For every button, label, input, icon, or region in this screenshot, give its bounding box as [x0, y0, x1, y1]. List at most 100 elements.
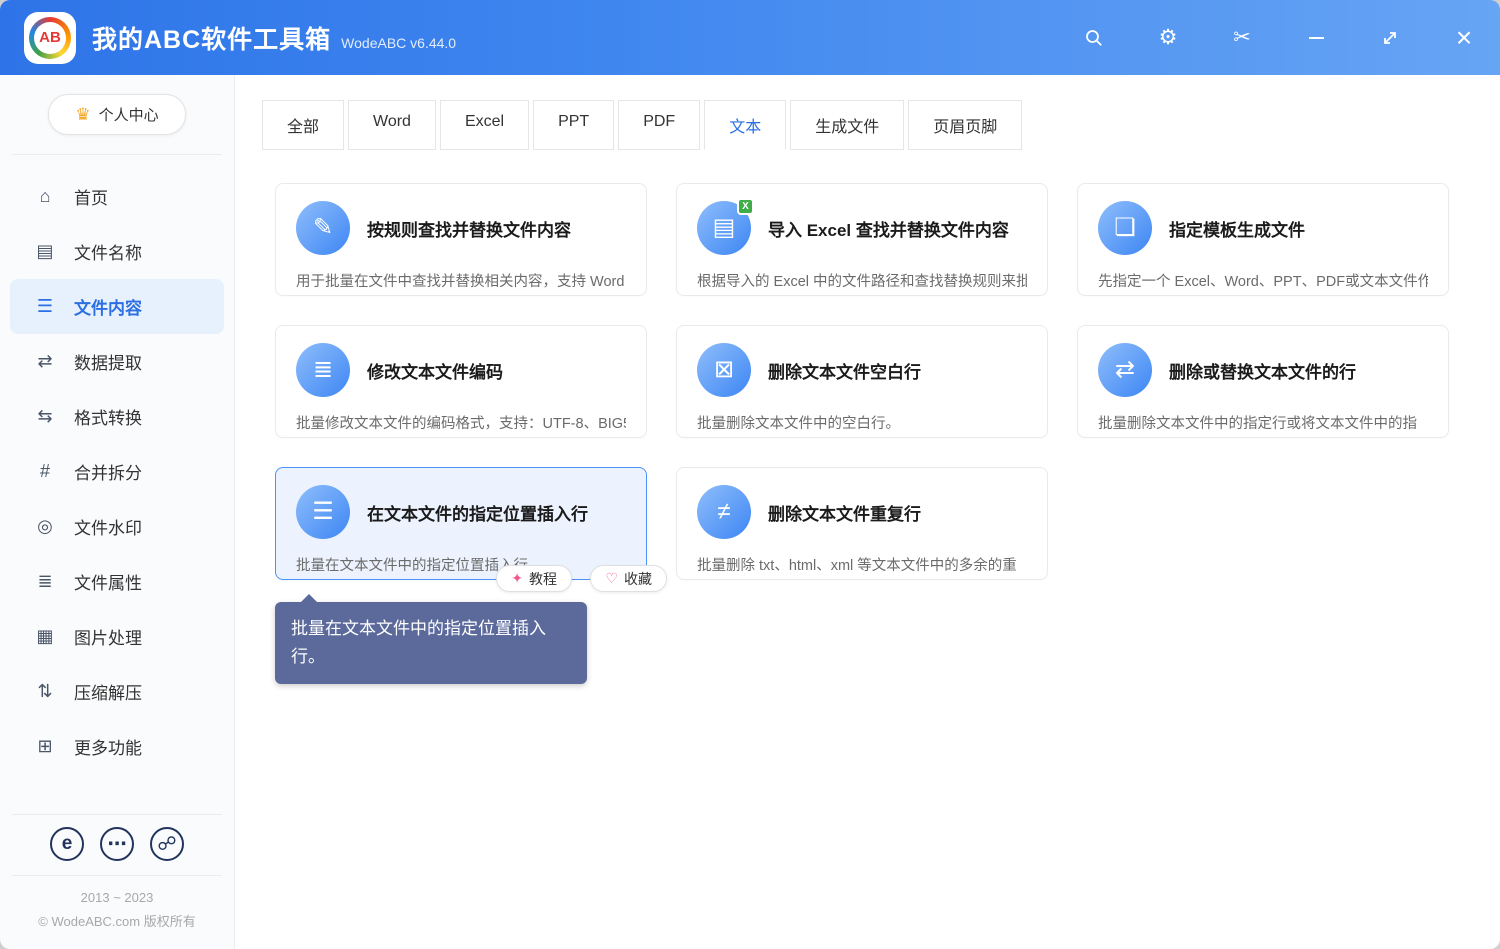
sidebar-nav: ⌂ 首页 ▤文件名称☰文件内容⇄数据提取⇆格式转换 # 合并拆分 ◎ 文件水印 ≣ 文件属性 ▦ 图… [0, 155, 234, 774]
scissors-icon[interactable]: ✂ [1230, 26, 1254, 50]
dedupe-lines-icon: ≠ [697, 485, 751, 539]
minimize-button[interactable] [1304, 26, 1328, 50]
tab-bar: 全部WordExcelPPTPDF文本生成文件页眉页脚 [262, 100, 1500, 150]
card-desc: 用于批量在文件中查找并替换相关内容，支持 Word [296, 270, 626, 291]
sidebar-item-merge-split[interactable]: # 合并拆分 [10, 444, 224, 499]
sidebar-item-compress[interactable]: ⇅ 压缩解压 [10, 664, 224, 719]
profile-label: 个人中心 [99, 104, 159, 125]
sidebar-item-file-name[interactable]: ▤文件名称 [10, 224, 224, 279]
tab-ppt[interactable]: PPT [533, 100, 614, 150]
app-logo: AB [24, 12, 76, 64]
card-title: 删除或替换文本文件的行 [1169, 358, 1356, 383]
more-features-icon: ⊞ [34, 736, 56, 757]
tool-card-doc-encoding[interactable]: ≣ 修改文本文件编码批量修改文本文件的编码格式，支持：UTF-8、BIG5 [275, 325, 647, 438]
sidebar-item-file-content[interactable]: ☰文件内容 [10, 279, 224, 334]
heart-icon: ♡ [605, 570, 618, 587]
sidebar-footer: 2013 ~ 2023 © WodeABC.com 版权所有 [12, 875, 222, 949]
sidebar: ♛ 个人中心 ⌂ 首页 ▤文件名称☰文件内容⇄数据提取⇆格式转换 # 合并拆分 ◎ 文件水印… [0, 75, 235, 949]
browser-icon[interactable]: e [50, 827, 84, 861]
sidebar-item-label: 文件名称 [74, 239, 142, 264]
sidebar-quick-icons: e ⋯ ☍ [12, 814, 222, 875]
card-desc: 先指定一个 Excel、Word、PPT、PDF或文本文件作 [1098, 270, 1428, 291]
logo-ring-icon: AB [29, 17, 71, 59]
sidebar-item-home[interactable]: ⌂ 首页 [10, 169, 224, 224]
tab-word[interactable]: Word [348, 100, 436, 150]
tutorial-button[interactable]: ✦教程 [496, 565, 572, 592]
merge-split-icon: # [34, 461, 56, 482]
card-title: 修改文本文件编码 [367, 358, 503, 383]
tab-text[interactable]: 文本 [704, 100, 786, 150]
sidebar-item-file-properties[interactable]: ≣ 文件属性 [10, 554, 224, 609]
tool-card-doc-edit[interactable]: ✎ 按规则查找并替换文件内容用于批量在文件中查找并替换相关内容，支持 Word [275, 183, 647, 296]
resize-button[interactable] [1378, 26, 1402, 50]
excel-badge-icon: X [737, 198, 754, 215]
tool-card-insert-lines[interactable]: ☰在文本文件的指定位置插入行批量在文本文件中的指定位置插入行。✦教程♡收藏 [275, 467, 647, 580]
tab-generate-file[interactable]: 生成文件 [790, 100, 904, 150]
card-desc: 批量在文本文件中的指定位置插入行。 [296, 554, 626, 575]
tool-card-doc-excel[interactable]: ▤X导入 Excel 查找并替换文件内容根据导入的 Excel 中的文件路径和查… [676, 183, 1048, 296]
sidebar-item-more-features[interactable]: ⊞ 更多功能 [10, 719, 224, 774]
card-desc: 批量删除 txt、html、xml 等文本文件中的多余的重 [697, 554, 1027, 575]
favorite-button[interactable]: ♡收藏 [590, 565, 667, 592]
tool-card-swap-lines[interactable]: ⇄ 删除或替换文本文件的行批量删除文本文件中的指定行或将文本文件中的指 [1077, 325, 1449, 438]
footer-years: 2013 ~ 2023 [12, 886, 222, 909]
sidebar-item-label: 合并拆分 [74, 459, 142, 484]
profile-button[interactable]: ♛ 个人中心 [48, 94, 185, 135]
card-title: 删除文本文件空白行 [768, 358, 921, 383]
tool-card-doc-template[interactable]: ❏ 指定模板生成文件先指定一个 Excel、Word、PPT、PDF或文本文件作 [1077, 183, 1449, 296]
image-process-icon: ▦ [34, 626, 56, 647]
card-title: 在文本文件的指定位置插入行 [367, 500, 588, 525]
sidebar-item-label: 图片处理 [74, 624, 142, 649]
sidebar-item-label: 压缩解压 [74, 679, 142, 704]
titlebar-actions: ⚙ ✂ × [1082, 26, 1476, 50]
crown-icon: ♛ [75, 105, 90, 125]
sidebar-item-label: 文件属性 [74, 569, 142, 594]
sidebar-item-label: 文件内容 [74, 294, 142, 319]
sidebar-item-label: 格式转换 [74, 404, 142, 429]
tab-header-footer[interactable]: 页眉页脚 [908, 100, 1022, 150]
card-desc: 批量修改文本文件的编码格式，支持：UTF-8、BIG5 [296, 412, 626, 433]
tab-all[interactable]: 全部 [262, 100, 344, 150]
sidebar-item-image-process[interactable]: ▦ 图片处理 [10, 609, 224, 664]
tool-card-dedupe-lines[interactable]: ≠ 删除文本文件重复行批量删除 txt、html、xml 等文本文件中的多余的重 [676, 467, 1048, 580]
delete-blank-icon: ⊠ [697, 343, 751, 397]
tooltip-arrow [301, 594, 317, 602]
close-button[interactable]: × [1452, 26, 1476, 50]
sidebar-item-label: 首页 [74, 184, 108, 209]
tab-pdf[interactable]: PDF [618, 100, 700, 150]
footer-copyright: © WodeABC.com 版权所有 [12, 910, 222, 933]
main-content: 全部WordExcelPPTPDF文本生成文件页眉页脚 ✎ 按规则查找并替换文件内… [235, 75, 1500, 949]
card-title: 按规则查找并替换文件内容 [367, 216, 571, 241]
chat-icon[interactable]: ⋯ [100, 827, 134, 861]
doc-encoding-icon: ≣ [296, 343, 350, 397]
card-grid: ✎按规则查找并替换文件内容用于批量在文件中查找并替换相关内容，支持 Word▤X… [235, 150, 1500, 580]
tooltip-text: 批量在文本文件中的指定位置插入行。 [291, 619, 546, 666]
tool-card-delete-blank[interactable]: ⊠删除文本文件空白行批量删除文本文件中的空白行。 [676, 325, 1048, 438]
sidebar-item-label: 文件水印 [74, 514, 142, 539]
card-title: 删除文本文件重复行 [768, 500, 921, 525]
app-version: WodeABC v6.44.0 [341, 35, 456, 51]
card-desc: 批量删除文本文件中的指定行或将文本文件中的指 [1098, 412, 1428, 433]
tooltip: 批量在文本文件中的指定位置插入行。 [275, 602, 587, 684]
sidebar-item-data-extract[interactable]: ⇄数据提取 [10, 334, 224, 389]
watermark-icon: ◎ [34, 516, 56, 537]
doc-edit-icon: ✎ [296, 201, 350, 255]
swap-lines-icon: ⇄ [1098, 343, 1152, 397]
settings-icon[interactable]: ⚙ [1156, 26, 1180, 50]
share-icon[interactable]: ☍ [150, 827, 184, 861]
search-icon[interactable] [1082, 26, 1106, 50]
tab-excel[interactable]: Excel [440, 100, 529, 150]
card-title: 指定模板生成文件 [1169, 216, 1305, 241]
sidebar-item-format-convert[interactable]: ⇆格式转换 [10, 389, 224, 444]
compress-icon: ⇅ [34, 681, 56, 702]
doc-template-icon: ❏ [1098, 201, 1152, 255]
file-properties-icon: ≣ [34, 571, 56, 592]
titlebar: AB 我的ABC软件工具箱 WodeABC v6.44.0 ⚙ ✂ × [0, 0, 1500, 75]
insert-lines-icon: ☰ [296, 485, 350, 539]
data-extract-icon: ⇄ [34, 351, 56, 372]
card-title: 导入 Excel 查找并替换文件内容 [768, 216, 1009, 241]
sidebar-item-label: 更多功能 [74, 734, 142, 759]
home-icon: ⌂ [34, 186, 56, 207]
app-window: AB 我的ABC软件工具箱 WodeABC v6.44.0 ⚙ ✂ × ♛ 个人… [0, 0, 1500, 949]
sidebar-item-watermark[interactable]: ◎ 文件水印 [10, 499, 224, 554]
